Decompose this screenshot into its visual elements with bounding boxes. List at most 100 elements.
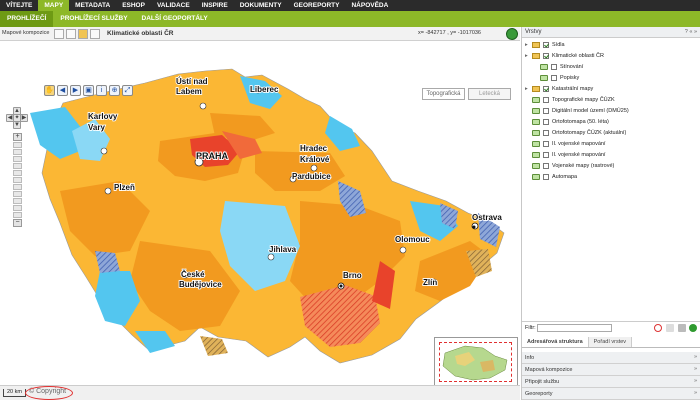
- nav-item-mapy[interactable]: MAPY: [38, 0, 70, 11]
- layer-checkbox[interactable]: [543, 42, 549, 48]
- pan-hand-icon[interactable]: ✋: [44, 85, 55, 96]
- print-icon[interactable]: [90, 29, 100, 39]
- nav-item-metadata[interactable]: METADATA: [69, 0, 116, 11]
- subnav-item-dalsi-geoportaly[interactable]: DALŠÍ GEOPORTÁLY: [135, 11, 215, 27]
- save-icon[interactable]: [54, 29, 64, 39]
- overview-extent-frame[interactable]: [439, 342, 512, 382]
- city-marker-karlovy-vary[interactable]: [100, 147, 108, 155]
- zoom-step[interactable]: [13, 184, 22, 190]
- layer-checkbox[interactable]: [543, 86, 549, 92]
- expand-icon[interactable]: »: [694, 354, 697, 360]
- layer-checkbox[interactable]: [543, 97, 549, 103]
- layer-row[interactable]: Topografické mapy ČÚZK: [522, 95, 700, 106]
- layer-row[interactable]: Automapa: [522, 172, 700, 183]
- layer-checkbox[interactable]: [543, 108, 549, 114]
- back-arrow-icon[interactable]: ◀: [57, 85, 68, 96]
- zoom-step[interactable]: [13, 156, 22, 162]
- zoom-step[interactable]: [13, 205, 22, 211]
- expand-icon[interactable]: »: [694, 390, 697, 396]
- layer-checkbox[interactable]: [543, 130, 549, 136]
- city-marker-hradec[interactable]: [310, 164, 318, 172]
- city-marker-usti[interactable]: [199, 102, 207, 110]
- aerial-button[interactable]: Letecká: [468, 88, 511, 100]
- info-icon[interactable]: i: [96, 85, 107, 96]
- expand-arrow-icon[interactable]: ▸: [525, 84, 531, 95]
- folder-icon[interactable]: [78, 29, 88, 39]
- layer-row[interactable]: ▸ Klimatické oblasti ČR: [522, 51, 700, 62]
- sidebar-tabs: Adresářová struktura Pořadí vrstev: [522, 337, 700, 348]
- filter-input[interactable]: [537, 324, 612, 332]
- layer-row[interactable]: ▸ Sídla: [522, 40, 700, 51]
- map-canvas[interactable]: Ústí nad Labem Liberec Karlovy Vary PRAH…: [0, 41, 520, 385]
- forward-arrow-icon[interactable]: ▶: [70, 85, 81, 96]
- layer-row[interactable]: Vojenské mapy (rastrové): [522, 161, 700, 172]
- full-extent-icon[interactable]: ⤢: [122, 85, 133, 96]
- zoom-box-icon[interactable]: ▣: [83, 85, 94, 96]
- zoom-in-icon[interactable]: +: [13, 133, 22, 141]
- delete-icon[interactable]: [678, 324, 686, 332]
- map-tools: ✋ ◀ ▶ ▣ i ⊕ ⤢: [44, 85, 133, 96]
- city-label-plzen: Plzeň: [114, 183, 135, 192]
- pan-right-icon[interactable]: ▶: [20, 114, 28, 122]
- panel-georeports[interactable]: Georeporty »: [522, 388, 700, 400]
- layer-checkbox[interactable]: [543, 152, 549, 158]
- nav-item-vitejte[interactable]: VÍTEJTE: [0, 0, 38, 11]
- layer-checkbox[interactable]: [543, 119, 549, 125]
- measure-icon[interactable]: ⊕: [109, 85, 120, 96]
- remove-layer-icon[interactable]: [654, 324, 662, 332]
- tab-layer-order[interactable]: Pořadí vrstev: [588, 337, 633, 347]
- panel-info[interactable]: Info »: [522, 352, 700, 364]
- city-marker-olomouc[interactable]: [399, 246, 407, 254]
- panel-map-composition[interactable]: Mapová kompozice »: [522, 364, 700, 376]
- layer-row[interactable]: Stínování: [522, 62, 700, 73]
- expand-icon[interactable]: »: [694, 366, 697, 372]
- expand-arrow-icon[interactable]: ▸: [525, 51, 531, 62]
- layer-checkbox[interactable]: [543, 53, 549, 59]
- sidebar-controls[interactable]: ? « »: [685, 29, 697, 35]
- add-layer-icon[interactable]: [689, 324, 697, 332]
- city-label-zlin: Zlín: [423, 278, 437, 287]
- city-marker-jihlava[interactable]: [267, 253, 275, 261]
- zoom-step[interactable]: [13, 163, 22, 169]
- layer-properties-icon[interactable]: [666, 324, 674, 332]
- expand-arrow-icon[interactable]: ▸: [525, 40, 531, 51]
- layer-checkbox[interactable]: [543, 163, 549, 169]
- layer-row[interactable]: Ortofotomapa (50. léta): [522, 117, 700, 128]
- layer-checkbox[interactable]: [551, 64, 557, 70]
- expand-icon[interactable]: »: [694, 378, 697, 384]
- edit-icon[interactable]: [66, 29, 76, 39]
- nav-item-georeporty[interactable]: GEOREPORTY: [288, 0, 346, 11]
- nav-item-napoveda[interactable]: NÁPOVĚDA: [345, 0, 394, 11]
- pan-down-icon[interactable]: ▼: [13, 121, 21, 129]
- nav-item-eshop[interactable]: ESHOP: [116, 0, 151, 11]
- zoom-step[interactable]: [13, 142, 22, 148]
- layer-checkbox[interactable]: [543, 141, 549, 147]
- city-marker-plzen[interactable]: [104, 187, 112, 195]
- tab-directory-structure[interactable]: Adresářová struktura: [522, 337, 589, 347]
- zoom-step[interactable]: [13, 191, 22, 197]
- globe-icon[interactable]: [506, 28, 518, 40]
- layer-row[interactable]: ▸ Katastrální mapy: [522, 84, 700, 95]
- layer-row[interactable]: II. vojenské mapování: [522, 150, 700, 161]
- zoom-out-icon[interactable]: −: [13, 219, 22, 227]
- zoom-step[interactable]: [13, 198, 22, 204]
- layer-row[interactable]: Ortofotomapy ČÚZK (aktuální): [522, 128, 700, 139]
- nav-item-validace[interactable]: VALIDACE: [151, 0, 196, 11]
- topographic-button[interactable]: Topografická: [422, 88, 465, 100]
- layer-checkbox[interactable]: [543, 174, 549, 180]
- layer-row[interactable]: Popisky: [522, 73, 700, 84]
- layer-checkbox[interactable]: [551, 75, 557, 81]
- overview-map[interactable]: [434, 337, 518, 387]
- wms-layer-icon: [532, 163, 540, 169]
- layer-row[interactable]: II. vojenské mapování: [522, 139, 700, 150]
- subnav-item-prohlizeci-sluzby[interactable]: PROHLÍŽECÍ SLUŽBY: [53, 11, 134, 27]
- zoom-step[interactable]: [13, 212, 22, 218]
- zoom-step[interactable]: [13, 170, 22, 176]
- nav-item-inspire[interactable]: INSPIRE: [196, 0, 234, 11]
- nav-item-dokumenty[interactable]: DOKUMENTY: [234, 0, 288, 11]
- layer-row[interactable]: Digitální model území (DMÚ25): [522, 106, 700, 117]
- panel-add-service[interactable]: Připojit službu »: [522, 376, 700, 388]
- zoom-step[interactable]: [13, 177, 22, 183]
- subnav-item-prohlizeci[interactable]: PROHLÍŽEČÍ: [0, 11, 54, 27]
- zoom-step[interactable]: [13, 149, 22, 155]
